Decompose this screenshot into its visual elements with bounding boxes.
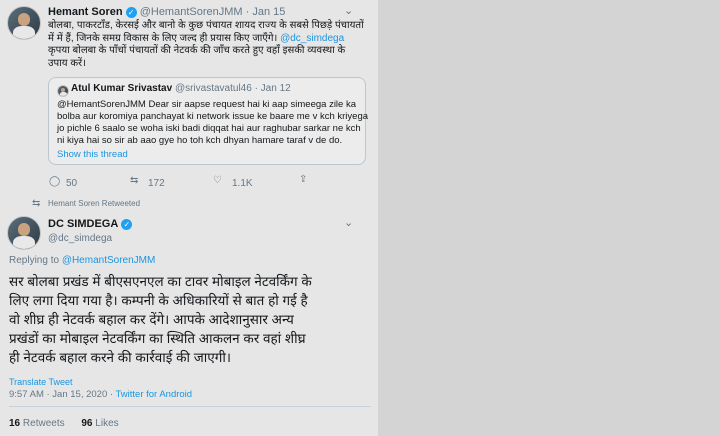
reply-icon[interactable]: ◯ (49, 176, 60, 187)
share-icon[interactable]: ⇪ (299, 174, 307, 185)
background-panel (378, 0, 720, 436)
engagement-stats: 16 Retweets 96 Likes (9, 418, 119, 429)
replying-to: Replying to @HemantSorenJMM (9, 255, 155, 266)
retweet-notice-icon: ⇆ (32, 198, 41, 209)
retweets-count: 16 (9, 418, 21, 429)
likes-count: 96 (81, 418, 93, 429)
tweet-line: उपाय करें। (48, 57, 86, 69)
likes-stat[interactable]: 96 Likes (81, 418, 118, 429)
reply-line: लिए लगा दिया गया है। कम्पनी के अधिकारियो… (9, 293, 308, 308)
retweet-notice: ⇆ Hemant Soren Retweeted (0, 197, 378, 212)
quoted-line: jo pichle 6 saalo se woha iski badi diqq… (57, 123, 361, 134)
verified-icon: ✓ (125, 6, 137, 18)
like-count: 1.1K (232, 178, 253, 189)
tweet-text: बोलबा, पाकरटाँड, केरसई और बानो के कुछ पं… (48, 20, 370, 70)
hemant-soren-avatar[interactable] (7, 6, 41, 40)
quoted-author-avatar (57, 85, 69, 97)
heart-icon[interactable]: ♡ (213, 175, 222, 186)
mention-link[interactable]: @dc_simdega (277, 33, 344, 44)
retweets-label: Retweets (22, 418, 65, 429)
quoted-author-name: Atul Kumar Srivastav (71, 83, 173, 94)
page: Hemant Soren ✓ @HemantSorenJMM · Jan 15 … (0, 0, 720, 436)
reply-tweet[interactable]: DC SIMDEGA ✓ @dc_simdega ⌄ Replying to @… (0, 212, 378, 436)
translate-tweet-link[interactable]: Translate Tweet (9, 377, 73, 387)
retweet-icon[interactable]: ⇆ (130, 175, 138, 186)
quoted-tweet[interactable]: Atul Kumar Srivastav @srivastavatul46 · … (48, 77, 368, 165)
reply-line: वो शीघ्र ही नेटवर्क बहाल कर देंगे। आपके … (9, 312, 294, 327)
chevron-down-icon[interactable]: ⌄ (344, 216, 353, 229)
author-handle-date: @HemantSorenJMM · Jan 15 (139, 6, 286, 18)
likes-label: Likes (95, 418, 119, 429)
tweet-source[interactable]: Twitter for Android (116, 389, 193, 400)
divider (9, 406, 371, 407)
original-tweet[interactable]: Hemant Soren ✓ @HemantSorenJMM · Jan 15 … (0, 0, 378, 205)
reply-header: DC SIMDEGA ✓ (48, 218, 133, 230)
verified-icon: ✓ (121, 218, 133, 230)
reply-author-handle[interactable]: @dc_simdega (48, 233, 112, 244)
reply-line: सर बोलबा प्रखंड में बीएसएनएल का टावर मोब… (9, 274, 312, 289)
tweet-line: में में हैं, जिनके समग्र विकास के लिए जल… (48, 32, 278, 44)
replying-to-prefix: Replying to (9, 255, 62, 266)
quoted-line: @HemantSorenJMM Dear sir aapse request h… (57, 99, 356, 110)
reply-author-name[interactable]: DC SIMDEGA (48, 218, 118, 230)
tweet-header: Hemant Soren ✓ @HemantSorenJMM · Jan 15 (48, 6, 285, 18)
author-name[interactable]: Hemant Soren (48, 6, 123, 18)
retweet-count: 172 (148, 178, 165, 189)
dc-simdega-avatar[interactable] (7, 216, 41, 250)
tweet-timestamp[interactable]: 9:57 AM · Jan 15, 2020 · (9, 389, 116, 400)
reply-text: सर बोलबा प्रखंड में बीएसएनएल का टावर मोब… (9, 272, 373, 367)
chevron-down-icon[interactable]: ⌄ (344, 4, 353, 17)
show-thread-link[interactable]: Show this thread (57, 149, 368, 161)
retweets-stat[interactable]: 16 Retweets (9, 418, 65, 429)
reply-count: 50 (66, 178, 78, 189)
reply-line: प्रखंडों का मोबाइल नेटवर्किंग का स्थिति … (9, 331, 306, 346)
replying-to-link[interactable]: @HemantSorenJMM (62, 255, 156, 266)
tweet-line: बोलबा, पाकरटाँड, केरसई और बानो के कुछ पं… (48, 20, 364, 31)
quoted-line: ni kiya hai so sir ab aao gye ho toh kch… (57, 135, 343, 146)
retweet-notice-text: Hemant Soren Retweeted (48, 199, 141, 208)
tweet-meta: 9:57 AM · Jan 15, 2020 · Twitter for And… (9, 389, 192, 400)
reply-line: ही नेटवर्क बहाल करने की कार्रवाई की जाएग… (9, 350, 231, 365)
quoted-header: Atul Kumar Srivastav @srivastavatul46 · … (71, 83, 291, 94)
quoted-text: @HemantSorenJMM Dear sir aapse request h… (57, 99, 368, 161)
quoted-handle-date: @srivastavatul46 · Jan 12 (174, 83, 291, 94)
quoted-line: bolba aur koromiya panchayat ki network … (57, 111, 369, 122)
tweet-line: कृपया बोलबा के पाँचों पंचायतों की नेटवर्… (48, 45, 346, 56)
